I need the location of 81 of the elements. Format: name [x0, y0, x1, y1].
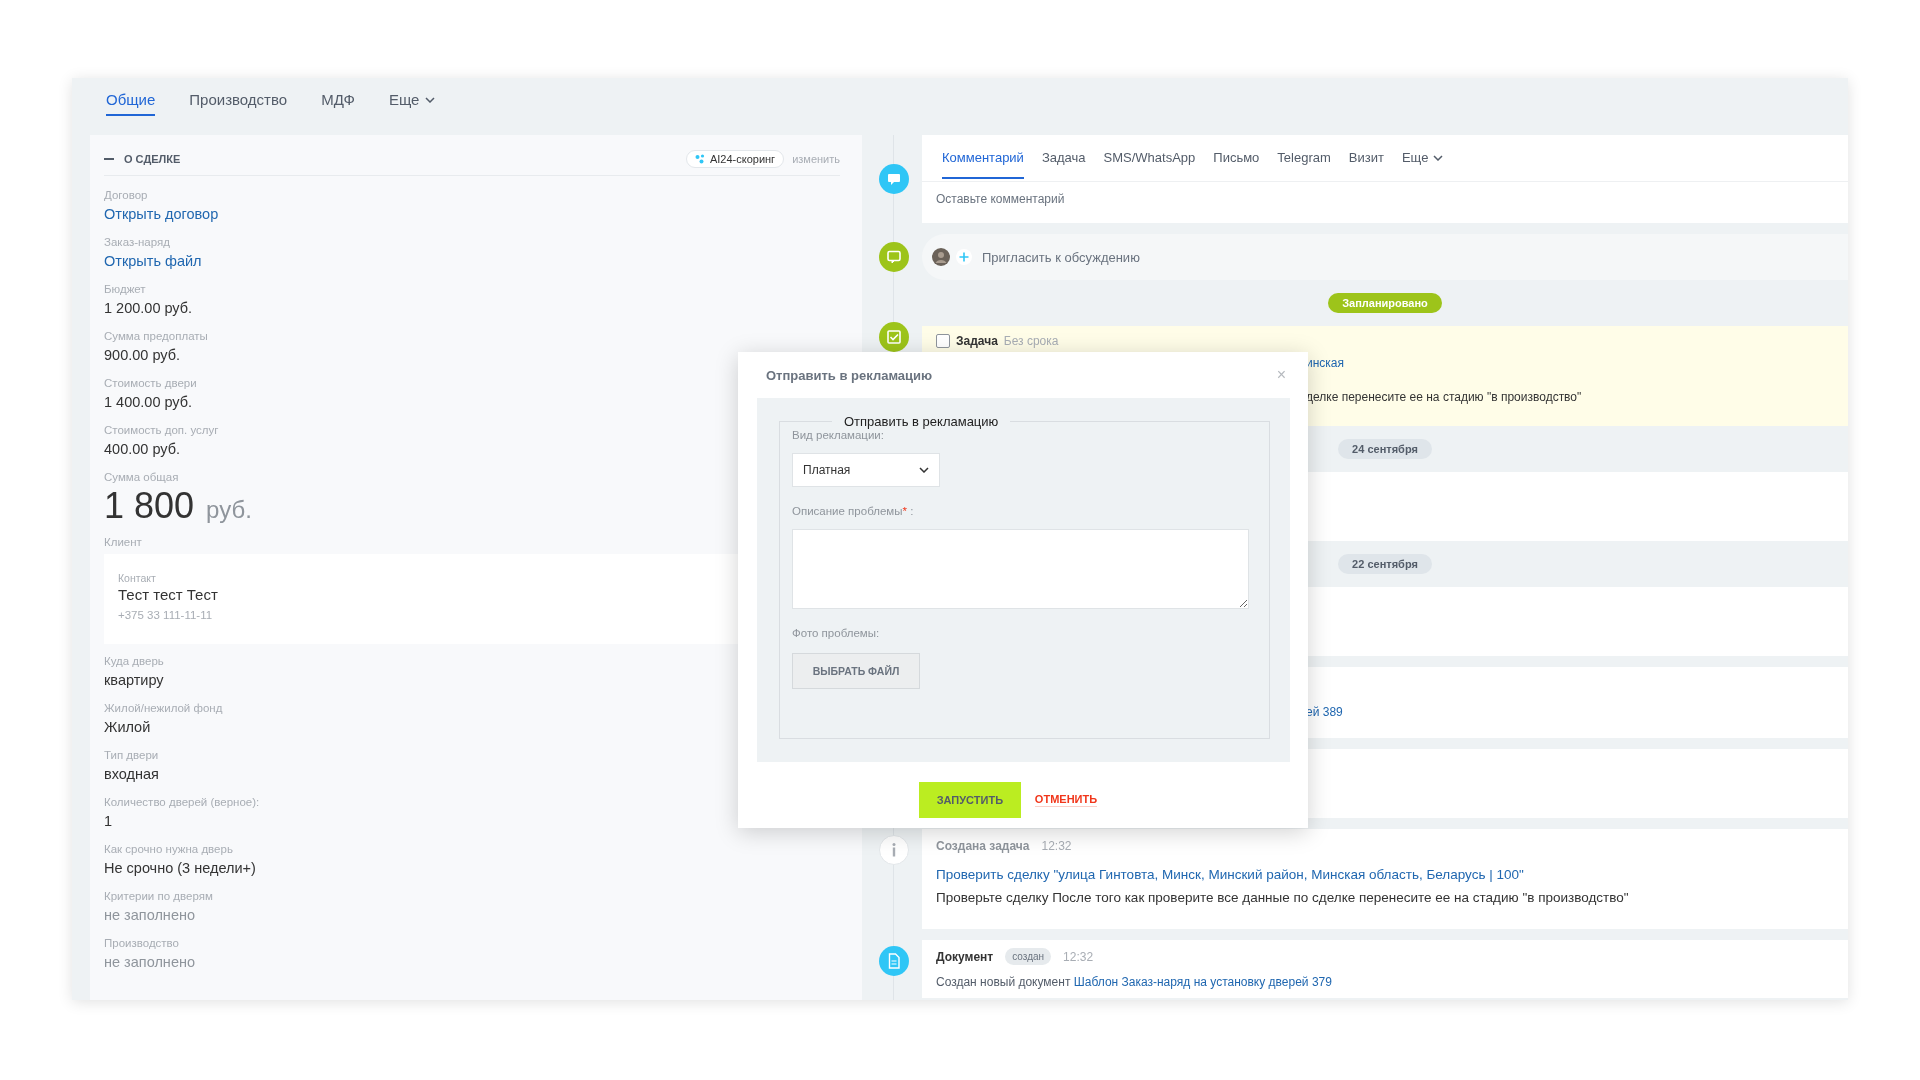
field-value: не заполнено — [104, 953, 196, 972]
date-pill: 24 сентября — [1338, 439, 1432, 459]
task-link[interactable]: Проверить сделку "улица Гинтовта, Минск, Минский район, Минская область, Беларусь | 100" — [936, 867, 1834, 882]
field-value: 1 200.00 руб. — [104, 299, 194, 318]
section-tab[interactable]: МДФ — [321, 83, 355, 116]
section-title: О СДЕЛКЕ — [124, 153, 181, 165]
field-label: Описание проблемы* : — [792, 505, 915, 517]
event-time: 12:32 — [1041, 839, 1072, 853]
date-pill: 22 сентября — [1338, 554, 1432, 574]
field-label: Сумма предоплаты — [104, 329, 208, 344]
section-tab[interactable]: Производство — [189, 83, 288, 116]
field-label: Стоимость двери — [104, 376, 197, 391]
chevron-down-icon — [919, 467, 929, 473]
comment-field[interactable]: Оставьте комментарий — [922, 182, 1250, 216]
field-label: Заказ-наряд — [104, 235, 170, 250]
document-description: Создан новый документ Шаблон Заказ-наряд на установку дверей 379 — [936, 975, 1333, 989]
event-title: Создана задача — [936, 839, 1030, 853]
cancel-button[interactable]: ОТМЕНИТЬ — [1034, 793, 1098, 807]
type-dropdown[interactable]: Платная — [792, 453, 940, 487]
total-amount: 1 800 — [104, 485, 195, 527]
invite-bar[interactable]: Пригласить к обсуждению — [922, 234, 1848, 280]
contact-phone: +375 33 111-11-11 — [118, 609, 214, 621]
task-description: Проверьте сделку После того как проверите все данные по сделке перенесите ее на стадию "в производство" — [936, 890, 1630, 905]
field-label: Тип двери — [104, 748, 159, 763]
document-link[interactable]: Шаблон Заказ-наряд на установку дверей 379 — [1073, 975, 1332, 989]
choose-file-button[interactable]: ВЫБРАТЬ ФАЙЛ — [792, 653, 920, 689]
field-label: Стоимость доп. услуг — [104, 423, 219, 438]
form-legend: Отправить в рекламацию — [832, 414, 1011, 429]
field-label: Клиент — [104, 535, 142, 550]
invite-text: Пригласить к обсуждению — [982, 249, 1140, 265]
field-label: Сумма общая — [104, 470, 179, 485]
nodes-icon — [694, 154, 705, 164]
field-label: Количество дверей (верное): — [104, 795, 260, 810]
field-value: Не срочно (3 недели+) — [104, 859, 257, 878]
field-label: Жилой/нежилой фонд — [104, 701, 223, 716]
field-label: Договор — [104, 188, 148, 203]
status-badge: создан — [1005, 948, 1052, 965]
activity-tab[interactable]: Задача — [1041, 137, 1086, 179]
chevron-down-icon — [1433, 154, 1444, 161]
field-label: Куда дверь — [104, 654, 164, 669]
field-value: не заполнено — [104, 906, 196, 925]
task-checkbox[interactable] — [936, 334, 950, 348]
event-time: 12:32 — [1063, 949, 1094, 964]
currency-unit: руб. — [206, 496, 252, 524]
field-label: Критерии по дверям — [104, 889, 213, 904]
activity-tab[interactable]: SMS/WhatsApp — [1103, 137, 1196, 179]
document-icon — [879, 946, 909, 976]
field-value: 1 — [104, 812, 114, 831]
field-label: Фото проблемы: — [792, 627, 881, 639]
field-value: 400.00 руб. — [104, 440, 182, 459]
field-link[interactable]: Открыть файл — [104, 250, 840, 272]
field-value: 900.00 руб. — [104, 346, 182, 365]
field-label: Бюджет — [104, 282, 146, 297]
field-label: Как срочно нужна дверь — [104, 842, 233, 857]
task-deadline: Без срока — [1003, 334, 1059, 348]
activity-tab[interactable]: Письмо — [1213, 137, 1260, 179]
comment-icon — [879, 164, 909, 194]
field-value: входная — [104, 765, 160, 784]
task-title: Задача — [956, 334, 998, 348]
contact-label: Контакт — [118, 572, 157, 584]
chevron-down-icon — [425, 96, 436, 103]
field-value: 1 400.00 руб. — [104, 393, 194, 412]
activity-tab[interactable]: Визит — [1348, 137, 1384, 179]
add-icon[interactable] — [956, 249, 972, 265]
section-tab[interactable]: Общие — [106, 83, 156, 116]
field-value: Жилой — [104, 718, 152, 737]
event-title: Документ — [936, 949, 994, 964]
description-field[interactable] — [792, 529, 1249, 609]
dialog-title: Отправить в рекламацию — [766, 367, 933, 383]
submit-button[interactable]: ЗАПУСТИТЬ — [918, 782, 1021, 818]
section-tab[interactable]: Еще — [388, 83, 436, 116]
field-label: Производство — [104, 936, 179, 951]
field-label: Вид рекламации: — [792, 429, 885, 441]
field-link[interactable]: Открыть договор — [104, 203, 840, 225]
avatar-icon — [932, 248, 950, 266]
activity-tab[interactable]: Комментарий — [942, 137, 1024, 179]
scoring-badge[interactable]: AI24-скоринг — [685, 150, 785, 168]
activity-tab[interactable]: Еще — [1401, 137, 1444, 179]
chat-icon — [879, 242, 909, 272]
activity-tab[interactable]: Telegram — [1277, 137, 1331, 179]
date-pill: Запланировано — [1328, 293, 1442, 313]
